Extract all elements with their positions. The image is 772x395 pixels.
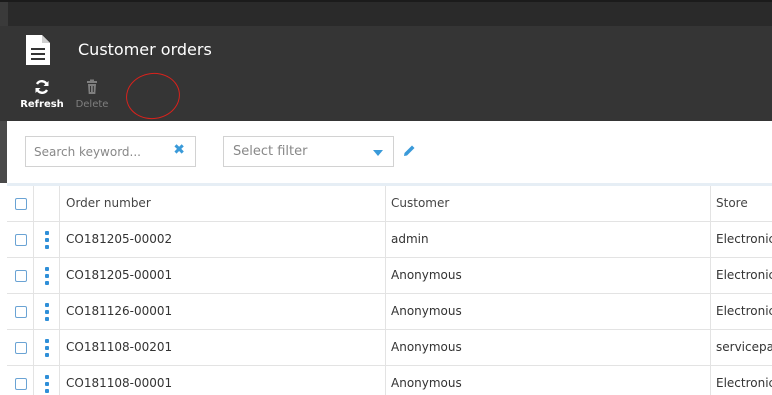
customer-cell: Anonymous	[386, 294, 711, 330]
row-checkbox[interactable]	[15, 342, 27, 354]
document-icon	[26, 35, 50, 65]
row-checkbox[interactable]	[15, 378, 27, 390]
order-number-cell[interactable]: CO181205-00001	[60, 258, 386, 294]
table-row[interactable]: CO181126-00001 Anonymous Electronic	[7, 294, 772, 330]
customer-cell: admin	[386, 222, 711, 258]
order-number-cell[interactable]: CO181205-00002	[60, 222, 386, 258]
table-row[interactable]: CO181108-00201 Anonymous servicepa	[7, 330, 772, 366]
row-checkbox-cell	[7, 330, 34, 366]
kebab-menu-icon[interactable]	[45, 375, 49, 393]
table-row[interactable]: CO181205-00002 admin Electronic	[7, 222, 772, 258]
row-checkbox[interactable]	[15, 270, 27, 282]
row-checkbox-cell	[7, 366, 34, 395]
filter-select-value: Select filter	[233, 144, 308, 159]
customer-cell: Anonymous	[386, 258, 711, 294]
menu-header-cell	[34, 186, 60, 222]
delete-label: Delete	[75, 99, 109, 110]
order-number-cell[interactable]: CO181126-00001	[60, 294, 386, 330]
row-checkbox[interactable]	[15, 234, 27, 246]
table-row[interactable]: CO181205-00001 Anonymous Electronic	[7, 258, 772, 294]
column-header-customer[interactable]: Customer	[386, 186, 711, 222]
store-cell: servicepa	[716, 340, 772, 354]
refresh-button[interactable]: Refresh	[20, 79, 64, 117]
row-checkbox-cell	[7, 258, 34, 294]
blade-header: Customer orders	[0, 26, 772, 73]
column-header-store[interactable]: Store	[711, 186, 772, 222]
store-cell: Electronic	[716, 232, 772, 246]
row-menu-cell	[34, 258, 60, 294]
delete-button[interactable]: Delete	[70, 79, 114, 117]
table-row[interactable]: CO181108-00001 Anonymous Electronic	[7, 366, 772, 395]
table-header-row: Order number Customer Store	[7, 186, 772, 222]
search-box[interactable]: ✖	[25, 136, 196, 167]
customer-cell: Anonymous	[386, 366, 711, 395]
row-menu-cell	[34, 222, 60, 258]
store-cell: Electronic	[716, 376, 772, 390]
orders-table: Order number Customer Store CO181205-000…	[7, 183, 772, 395]
kebab-menu-icon[interactable]	[45, 303, 49, 321]
kebab-menu-icon[interactable]	[45, 267, 49, 285]
store-cell: Electronic	[716, 268, 772, 282]
chevron-down-icon	[373, 150, 383, 156]
row-checkbox[interactable]	[15, 306, 27, 318]
kebab-menu-icon[interactable]	[45, 231, 49, 249]
select-all-checkbox[interactable]	[15, 198, 27, 210]
clear-icon[interactable]: ✖	[173, 142, 185, 158]
trash-icon	[87, 79, 97, 94]
page-title: Customer orders	[78, 40, 212, 59]
select-all-cell	[7, 186, 34, 222]
toolbar: Refresh Delete	[0, 73, 772, 121]
order-number-cell[interactable]: CO181108-00201	[60, 330, 386, 366]
refresh-label: Refresh	[20, 99, 64, 110]
row-menu-cell	[34, 330, 60, 366]
refresh-icon	[35, 80, 49, 94]
customer-cell: Anonymous	[386, 330, 711, 366]
top-strip-edge	[0, 2, 8, 28]
pencil-icon[interactable]	[403, 144, 416, 157]
search-input[interactable]	[34, 143, 174, 161]
kebab-menu-icon[interactable]	[45, 339, 49, 357]
column-header-order[interactable]: Order number	[60, 186, 386, 222]
order-number-cell[interactable]: CO181108-00001	[60, 366, 386, 395]
window-top-strip	[0, 0, 772, 28]
row-checkbox-cell	[7, 222, 34, 258]
store-cell: Electronic	[716, 304, 772, 318]
row-checkbox-cell	[7, 294, 34, 330]
row-menu-cell	[34, 294, 60, 330]
filter-select[interactable]: Select filter	[223, 136, 394, 167]
row-menu-cell	[34, 366, 60, 395]
